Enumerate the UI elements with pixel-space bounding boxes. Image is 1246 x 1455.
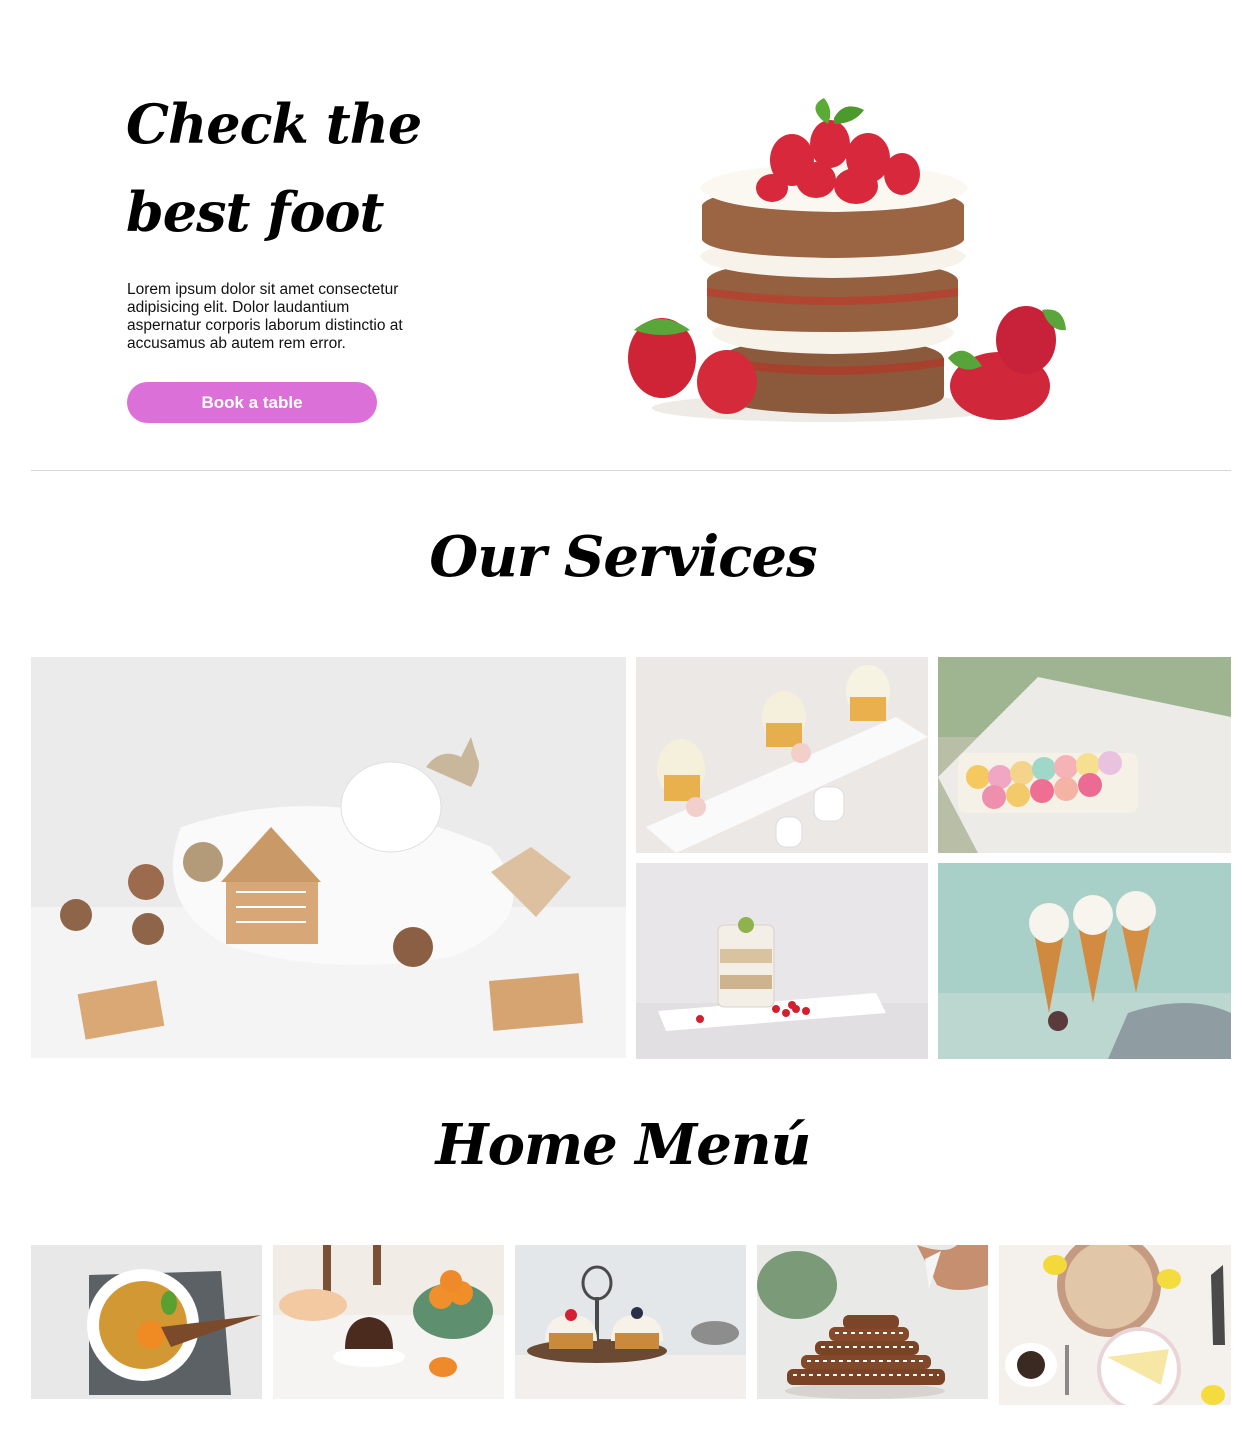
macarons-box-image — [938, 657, 1231, 853]
ice-cream-cones-image — [938, 863, 1231, 1059]
gingerbread-stack-image — [757, 1245, 988, 1399]
parfait-glass-image — [636, 863, 928, 1059]
strawberry-cake-image — [572, 40, 1092, 452]
hero-title: Check the best foot — [126, 80, 426, 256]
creme-brulee-image — [31, 1245, 262, 1399]
services-title: Our Services — [429, 524, 817, 590]
gingerbread-house-image — [31, 657, 626, 1058]
book-table-button[interactable]: Book a table — [127, 382, 377, 423]
lemon-cake-image — [999, 1245, 1231, 1405]
muffin-apricots-image — [273, 1245, 504, 1399]
menu-title: Home Menú — [435, 1112, 812, 1178]
hero-description: Lorem ipsum dolor sit amet consectetur a… — [127, 281, 403, 352]
cupcakes-plate-image — [636, 657, 928, 853]
hero-title-line1: Check the — [126, 92, 422, 156]
hero-title-line2: best foot — [126, 180, 384, 244]
hero-section: Check the best foot Lorem ipsum dolor si… — [0, 0, 1246, 470]
cupcake-stand-image — [515, 1245, 746, 1399]
section-divider — [31, 470, 1231, 471]
